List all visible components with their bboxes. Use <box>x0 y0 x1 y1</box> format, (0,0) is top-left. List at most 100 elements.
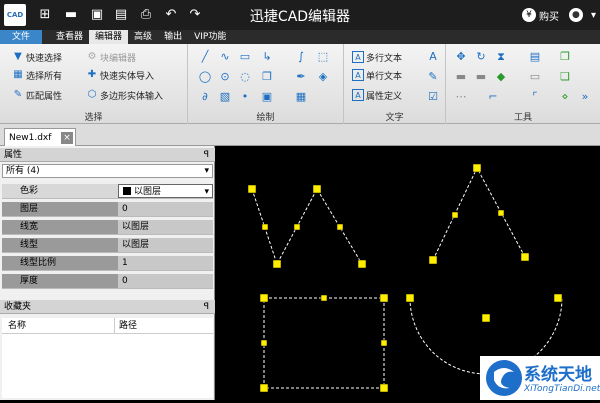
prop-row-linetype[interactable]: 线型 以图层 <box>2 238 213 253</box>
text-edit-icon[interactable]: ✎ <box>426 70 440 84</box>
grip-point[interactable] <box>259 293 269 303</box>
prop-row-linetype-scale[interactable]: 线型比例 1 <box>2 256 213 271</box>
prop-row-layer[interactable]: 图层 0 <box>2 202 213 217</box>
gradient-icon[interactable]: ▧ <box>218 90 232 104</box>
grip-point[interactable] <box>520 252 530 262</box>
region-icon[interactable]: ◈ <box>316 70 330 84</box>
prop-value[interactable]: 0 <box>118 274 213 288</box>
properties-icon[interactable]: ▭ <box>528 70 542 84</box>
quick-select-button[interactable]: ▼ 快速选择 <box>12 50 62 64</box>
menu-viewer[interactable]: 查看器 <box>50 30 89 44</box>
polygon-entity-input-button[interactable]: ⬡ 多边形实体输入 <box>86 88 163 102</box>
selection-filter[interactable]: 所有 (4) ▾ <box>2 164 213 178</box>
print-icon[interactable]: ⎙ <box>137 6 155 24</box>
grip-point[interactable] <box>428 255 438 265</box>
menu-vip[interactable]: VIP功能 <box>188 30 232 44</box>
rectangle-shape[interactable] <box>263 297 385 389</box>
prop-value[interactable]: 以图层 ▾ <box>118 184 213 198</box>
grip-point[interactable] <box>553 293 563 303</box>
copy-icon[interactable]: ❐ <box>558 50 572 64</box>
stext-button[interactable]: A 单行文本 <box>352 68 402 82</box>
grip-point[interactable] <box>451 211 459 219</box>
window-controls-icon[interactable]: ▾ <box>591 10 596 21</box>
match-props-button[interactable]: ✎ 匹配属性 <box>12 88 62 102</box>
grip-point[interactable] <box>293 223 301 231</box>
grip-point[interactable] <box>472 163 482 173</box>
mtext-button[interactable]: A 多行文本 <box>352 50 402 64</box>
text-style-icon[interactable]: A <box>426 50 440 64</box>
menu-editor[interactable]: 编辑器 <box>89 30 129 44</box>
move-icon[interactable]: ✥ <box>454 50 468 64</box>
menu-output[interactable]: 输出 <box>158 30 188 44</box>
grip-point[interactable] <box>405 293 415 303</box>
grip-point[interactable] <box>379 293 389 303</box>
grip-point[interactable] <box>379 383 389 393</box>
rectangle-icon[interactable]: ▭ <box>238 50 252 64</box>
array-icon[interactable]: ⋄ <box>558 90 572 104</box>
favorites-col-name[interactable]: 名称 <box>8 318 26 334</box>
table-icon[interactable]: ▦ <box>294 90 308 104</box>
new-file-icon[interactable]: ⊞ <box>36 6 54 24</box>
grip-point[interactable] <box>497 209 505 217</box>
trim-icon[interactable]: ⌐ <box>486 90 500 104</box>
zigzag-polyline[interactable] <box>251 187 363 266</box>
group-icon[interactable]: ❏ <box>558 70 572 84</box>
prop-row-color[interactable]: 色彩 以图层 ▾ <box>2 184 213 199</box>
menu-file[interactable]: 文件 <box>0 30 43 44</box>
grip-point[interactable] <box>259 383 269 393</box>
hatch-icon[interactable]: ⬚ <box>316 50 330 64</box>
redo-icon[interactable]: ↷ <box>186 6 204 24</box>
mirror-icon[interactable]: ⧗ <box>494 50 508 64</box>
spline-icon[interactable]: ∫ <box>294 50 308 64</box>
prop-value[interactable]: 以图层 <box>118 238 213 252</box>
text-check-icon[interactable]: ☑ <box>426 90 440 104</box>
pen-icon[interactable]: ✒ <box>294 70 308 84</box>
close-icon[interactable]: × <box>61 131 73 144</box>
more-icon[interactable]: » <box>578 90 592 104</box>
grip-point[interactable] <box>261 223 269 231</box>
line-icon[interactable]: ╱ <box>198 50 212 64</box>
rotate-icon[interactable]: ↻ <box>474 50 488 64</box>
app-logo[interactable]: CAD <box>4 4 26 26</box>
attdef-button[interactable]: A 属性定义 <box>352 88 402 102</box>
save-icon[interactable]: ▣ <box>88 6 106 24</box>
ellipse-icon[interactable]: ⊙ <box>218 70 232 84</box>
prop-row-thickness[interactable]: 厚度 0 <box>2 274 213 289</box>
block-editor-button[interactable]: ⚙ 块编辑器 <box>86 50 137 64</box>
select-all-button[interactable]: ▦ 选择所有 <box>12 68 62 82</box>
quick-entity-import-button[interactable]: ✚ 快速实体导入 <box>86 68 154 82</box>
polyline-icon[interactable]: ∿ <box>218 50 232 64</box>
folder-icon[interactable]: ▬ <box>474 70 488 84</box>
prop-value[interactable]: 1 <box>118 256 213 270</box>
grip-point[interactable] <box>312 184 322 194</box>
undo-icon[interactable]: ↶ <box>162 6 180 24</box>
block-icon[interactable]: ▬ <box>454 70 468 84</box>
triangle-polyline[interactable] <box>432 166 526 261</box>
grip-point[interactable] <box>320 294 328 302</box>
grip-point[interactable] <box>260 339 268 347</box>
point-icon[interactable]: ∂ <box>198 90 212 104</box>
pin-icon[interactable]: ꟼ <box>204 300 209 314</box>
buy-button[interactable]: 购买 <box>539 8 559 23</box>
grip-point[interactable] <box>357 259 367 269</box>
paint-icon[interactable]: ◆ <box>494 70 508 84</box>
user-icon[interactable]: ● <box>568 8 583 22</box>
prop-value[interactable]: 0 <box>118 202 213 216</box>
image-icon[interactable]: ▣ <box>260 90 274 104</box>
grip-point[interactable] <box>272 259 282 269</box>
circle-icon[interactable]: ◯ <box>198 70 212 84</box>
grip-point[interactable] <box>336 223 344 231</box>
grip-point[interactable] <box>481 313 491 323</box>
layer-icon[interactable]: ▤ <box>528 50 542 64</box>
prop-value[interactable]: 以图层 <box>118 220 213 234</box>
multiline-icon[interactable]: ↳ <box>260 50 274 64</box>
favorites-col-path[interactable]: 路径 <box>114 318 137 334</box>
open-folder-icon[interactable]: ▬ <box>62 6 80 24</box>
menu-advanced[interactable]: 高级 <box>128 30 158 44</box>
pin-icon[interactable]: ꟼ <box>204 148 209 162</box>
grip-point[interactable] <box>380 339 388 347</box>
arc-icon[interactable]: ◌ <box>238 70 252 84</box>
yen-icon[interactable]: ¥ <box>521 8 536 22</box>
document-tab[interactable]: New1.dxf × <box>4 128 76 146</box>
fillet-icon[interactable]: ⌜ <box>528 90 542 104</box>
